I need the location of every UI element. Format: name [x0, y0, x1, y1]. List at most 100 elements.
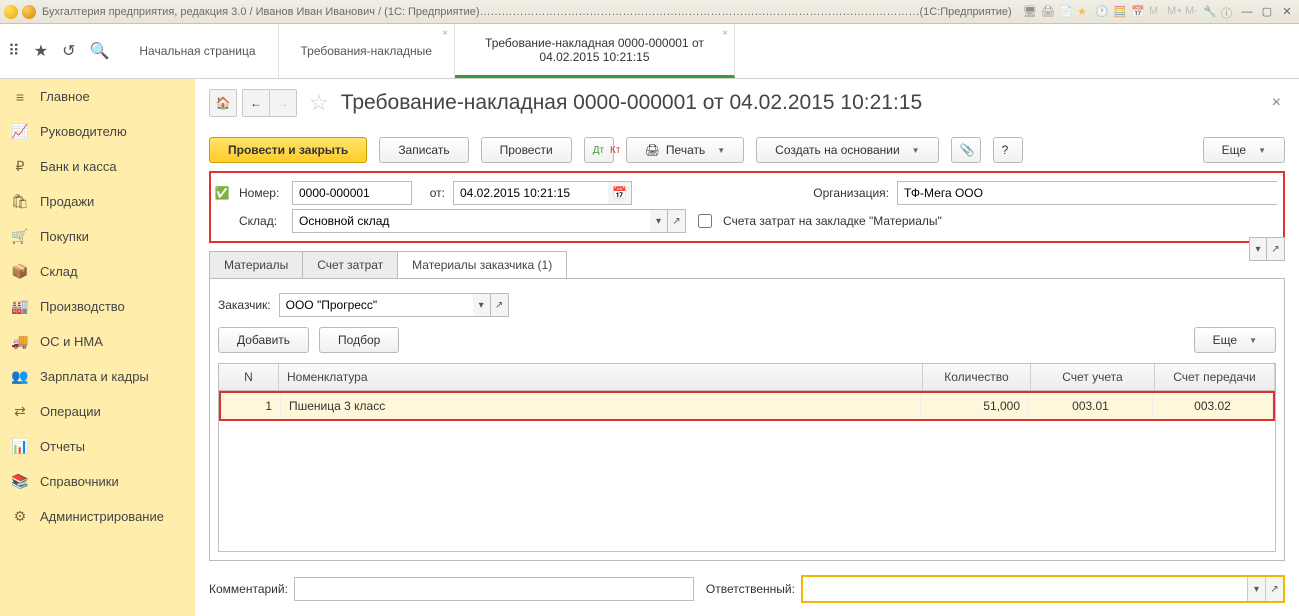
- dropdown-icon[interactable]: ▾: [650, 209, 668, 233]
- sidebar-item-reports[interactable]: 📊Отчеты: [0, 429, 195, 464]
- toolbar-icon[interactable]: 🖨: [1041, 5, 1055, 19]
- more-button[interactable]: Еще: [1203, 137, 1285, 163]
- sidebar-item-payroll[interactable]: 👥 Зарплата и кадры: [0, 359, 195, 394]
- sidebar-item-admin[interactable]: ⚙ Администрирование: [0, 499, 195, 534]
- col-header-qty[interactable]: Количество: [923, 364, 1031, 390]
- help-button[interactable]: ?: [993, 137, 1023, 163]
- col-header-account[interactable]: Счет учета: [1031, 364, 1155, 390]
- sidebar-item-bank[interactable]: ₽ Банк и касса: [0, 149, 195, 184]
- sidebar-item-sales[interactable]: 🛍Продажи: [0, 184, 195, 219]
- calc-icon[interactable]: 🧮: [1113, 5, 1127, 19]
- back-button[interactable]: ←: [242, 89, 270, 117]
- home-button[interactable]: 🏠: [209, 89, 237, 117]
- cart-icon: 🛒: [12, 229, 28, 245]
- customer-input[interactable]: [279, 293, 473, 317]
- customer-label: Заказчик:: [218, 298, 271, 312]
- sidebar-item-label: ОС и НМА: [40, 334, 103, 349]
- responsible-input[interactable]: [803, 577, 1247, 599]
- dropdown-icon[interactable]: ▾: [1247, 577, 1265, 601]
- box-icon: 📦: [12, 264, 28, 280]
- star-icon[interactable]: ★: [1077, 5, 1091, 19]
- sidebar-item-production[interactable]: 🏭Производство: [0, 289, 195, 324]
- window-title: Бухгалтерия предприятия, редакция 3.0 / …: [42, 6, 1023, 18]
- grid-row[interactable]: 1 Пшеница 3 класс 51,000 003.01 003.02: [219, 391, 1275, 421]
- grid-empty-area[interactable]: [219, 421, 1275, 551]
- save-button[interactable]: Записать: [379, 137, 468, 163]
- post-and-close-button[interactable]: Провести и закрыть: [209, 137, 367, 163]
- sidebar-item-operations[interactable]: ⇄Операции: [0, 394, 195, 429]
- close-icon[interactable]: ✕: [1279, 5, 1295, 19]
- tab-start-page[interactable]: Начальная страница: [117, 24, 278, 78]
- close-icon[interactable]: ×: [722, 28, 728, 39]
- maximize-icon[interactable]: ▢: [1259, 5, 1275, 19]
- dropdown-icon[interactable]: ▾: [473, 293, 491, 317]
- comment-input[interactable]: [294, 577, 694, 601]
- sidebar-item-label: Покупки: [40, 229, 89, 244]
- org-label: Организация:: [813, 186, 889, 200]
- open-icon[interactable]: ↗: [668, 209, 686, 233]
- toolbar-icon[interactable]: 🕐: [1095, 5, 1109, 19]
- responsible-label: Ответственный:: [706, 582, 795, 596]
- sidebar-item-assets[interactable]: 🚚 ОС и НМА: [0, 324, 195, 359]
- toolbar-icon[interactable]: 📄: [1059, 5, 1073, 19]
- cost-accounts-checkbox[interactable]: [698, 214, 712, 228]
- history-icon[interactable]: ↺: [62, 41, 75, 61]
- sidebar-item-label: Операции: [40, 404, 101, 419]
- post-button[interactable]: Провести: [481, 137, 572, 163]
- create-based-on-button[interactable]: Создать на основании: [756, 137, 938, 163]
- warehouse-input[interactable]: [292, 209, 650, 233]
- org-input[interactable]: [897, 181, 1277, 205]
- calendar-icon[interactable]: 📅: [608, 181, 632, 205]
- truck-icon: 🚚: [12, 334, 28, 350]
- tab-customer-materials[interactable]: Материалы заказчика (1): [397, 251, 567, 278]
- apps-icon[interactable]: ⠿: [8, 41, 20, 61]
- forward-button[interactable]: →: [269, 89, 297, 117]
- search-icon[interactable]: 🔍: [89, 41, 109, 61]
- calendar-icon[interactable]: 📅: [1131, 5, 1145, 19]
- ruble-icon: ₽: [12, 159, 28, 175]
- favorite-star-icon[interactable]: ☆: [309, 90, 329, 116]
- sidebar-item-catalogs[interactable]: 📚Справочники: [0, 464, 195, 499]
- bag-icon: 🛍: [12, 194, 28, 210]
- col-header-n[interactable]: N: [219, 364, 279, 390]
- attachments-button[interactable]: 📎: [951, 137, 981, 163]
- more-grid-button[interactable]: Еще: [1194, 327, 1276, 353]
- app-menu-icon[interactable]: [22, 5, 36, 19]
- tab-cost-account[interactable]: Счет затрат: [302, 251, 398, 278]
- sidebar-item-warehouse[interactable]: 📦 Склад: [0, 254, 195, 289]
- number-input[interactable]: [292, 181, 412, 205]
- open-icon[interactable]: ↗: [1265, 577, 1283, 601]
- print-button[interactable]: 🖨Печать: [626, 137, 744, 163]
- sidebar-item-label: Банк и касса: [40, 159, 117, 174]
- close-icon[interactable]: ×: [442, 28, 448, 39]
- col-header-transfer[interactable]: Счет передачи: [1155, 364, 1275, 390]
- sidebar-item-purchases[interactable]: 🛒 Покупки: [0, 219, 195, 254]
- add-row-button[interactable]: Добавить: [218, 327, 309, 353]
- close-page-button[interactable]: ×: [1268, 90, 1285, 116]
- sidebar: ≡Главное 📈Руководителю ₽ Банк и касса 🛍Пр…: [0, 79, 195, 616]
- date-input[interactable]: [453, 181, 608, 205]
- tab-requisitions[interactable]: Требования-накладные×: [279, 24, 455, 78]
- pick-button[interactable]: Подбор: [319, 327, 399, 353]
- people-icon: 👥: [12, 369, 28, 385]
- open-icon[interactable]: ↗: [491, 293, 509, 317]
- tab-materials[interactable]: Материалы: [209, 251, 303, 278]
- sidebar-item-manager[interactable]: 📈Руководителю: [0, 114, 195, 149]
- toolbar-icon[interactable]: 🖥: [1023, 5, 1037, 19]
- sidebar-item-label: Администрирование: [40, 509, 164, 524]
- dropdown-icon[interactable]: ▾: [1249, 237, 1267, 261]
- sidebar-item-label: Склад: [40, 264, 78, 279]
- col-header-nomenclature[interactable]: Номенклатура: [279, 364, 923, 390]
- materials-grid: N Номенклатура Количество Счет учета Сче…: [218, 363, 1276, 552]
- dt-kt-button[interactable]: ДтКт: [584, 137, 614, 163]
- gear-icon: ⚙: [12, 509, 28, 525]
- sidebar-item-main[interactable]: ≡Главное: [0, 79, 195, 114]
- open-icon[interactable]: ↗: [1267, 237, 1285, 261]
- wrench-icon[interactable]: 🔧: [1203, 5, 1217, 19]
- info-icon[interactable]: ⓘ: [1221, 5, 1235, 19]
- tab-requisition-doc[interactable]: Требование-накладная 0000-000001 от 04.0…: [455, 24, 735, 78]
- sidebar-item-label: Зарплата и кадры: [40, 369, 149, 384]
- m-minus-icon: M-: [1185, 5, 1199, 19]
- favorites-icon[interactable]: ★: [34, 41, 48, 61]
- minimize-icon[interactable]: —: [1239, 5, 1255, 19]
